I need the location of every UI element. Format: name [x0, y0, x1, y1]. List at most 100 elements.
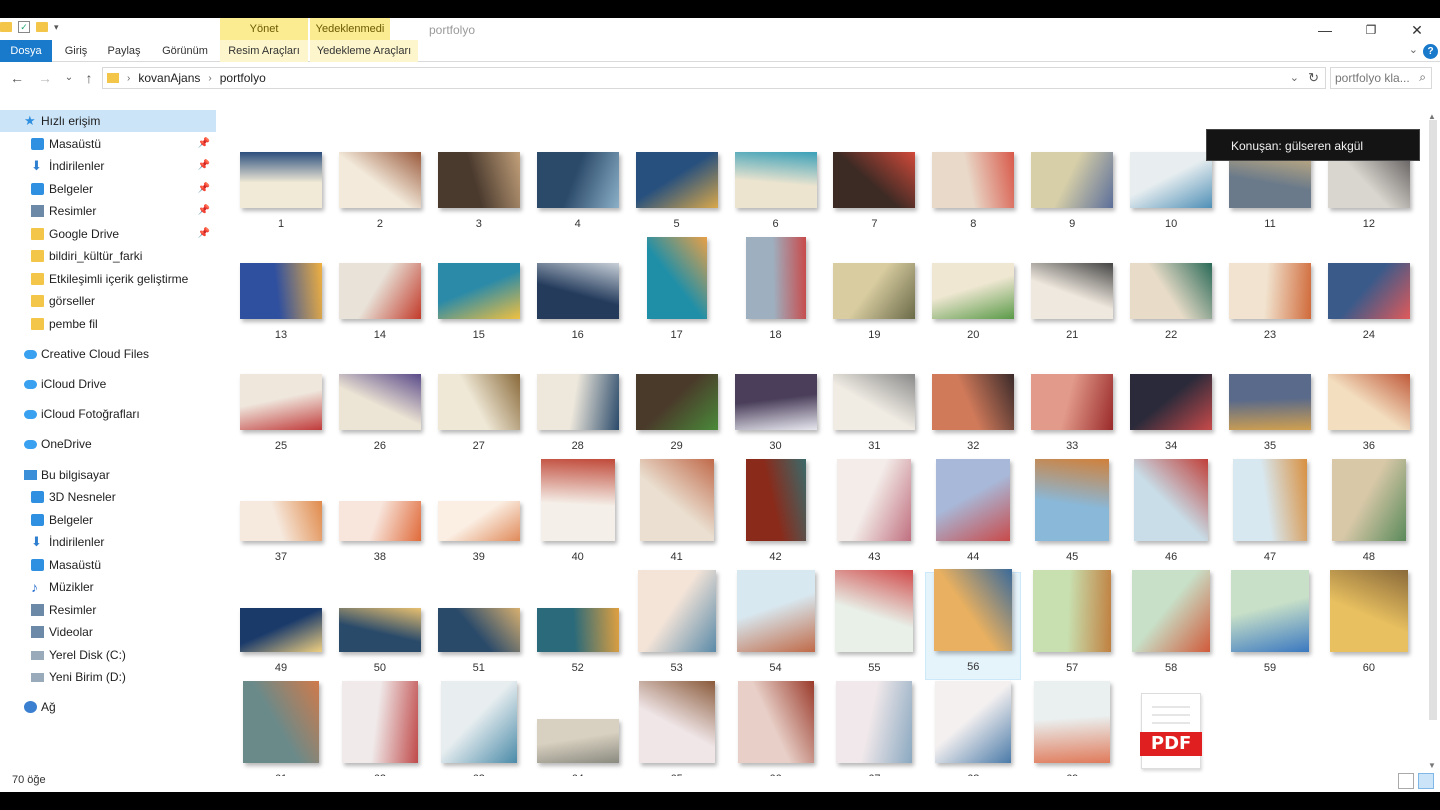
file-item[interactable]: 38	[332, 461, 428, 569]
sidebar-item-quick-4[interactable]: Google Drive 📌	[0, 223, 216, 245]
recent-locations-button[interactable]: ⌄	[60, 69, 78, 87]
file-item[interactable]: 58	[1123, 570, 1219, 680]
file-item[interactable]: 40	[530, 459, 626, 569]
file-item[interactable]: 5	[629, 128, 725, 236]
address-dropdown-icon[interactable]: ⌄	[1290, 71, 1299, 84]
sidebar-item-location-1[interactable]: iCloud Drive	[0, 373, 216, 395]
scrollbar-thumb[interactable]	[1429, 120, 1437, 720]
file-item[interactable]: 54	[728, 570, 824, 680]
image-thumbnail[interactable]	[734, 374, 817, 430]
search-icon[interactable]: ⌕	[1419, 70, 1426, 85]
tab-home[interactable]: Giriş	[56, 40, 96, 62]
image-thumbnail[interactable]	[837, 459, 912, 541]
image-thumbnail[interactable]	[540, 459, 615, 541]
new-folder-icon[interactable]	[36, 22, 48, 32]
image-thumbnail[interactable]	[338, 374, 421, 430]
tab-file[interactable]: Dosya	[0, 40, 52, 62]
file-item[interactable]: 14	[332, 239, 428, 347]
pdf-file-item[interactable]: PDFGülseren	[1123, 683, 1219, 776]
address-bar[interactable]: › kovanAjans › portfolyo ⌄ ↻	[102, 67, 1326, 89]
pin-icon[interactable]: 📌	[198, 155, 210, 177]
pin-icon[interactable]: 📌	[198, 223, 210, 245]
file-item[interactable]: 32	[925, 350, 1021, 458]
image-thumbnail[interactable]	[243, 681, 319, 763]
image-thumbnail[interactable]	[240, 608, 322, 652]
sidebar-item-location-3[interactable]: OneDrive	[0, 433, 216, 455]
image-thumbnail[interactable]	[1132, 570, 1211, 652]
file-item[interactable]: 44	[925, 459, 1021, 569]
customize-toolbar-icon[interactable]: ▾	[54, 22, 59, 33]
file-item[interactable]: 30	[728, 350, 824, 458]
sidebar-item-quick-5[interactable]: bildiri_kültür_farki	[0, 245, 216, 267]
image-thumbnail[interactable]	[1130, 374, 1213, 430]
file-item[interactable]: 60	[1321, 570, 1417, 680]
file-item[interactable]: 26	[332, 350, 428, 458]
search-input[interactable]: portfolyo kla... ⌕	[1330, 67, 1432, 89]
minimize-button[interactable]: —	[1302, 20, 1348, 40]
image-thumbnail[interactable]	[833, 374, 916, 430]
tab-backup-tools[interactable]: Yedekleme Araçları	[310, 40, 418, 62]
file-item[interactable]: 62	[332, 681, 428, 776]
sidebar-item-pc-8[interactable]: Yeni Birim (D:)	[0, 666, 216, 688]
file-item[interactable]: 18	[728, 237, 824, 347]
image-thumbnail[interactable]	[734, 152, 817, 208]
file-item[interactable]: 6	[728, 128, 824, 236]
sidebar-item-pc-3[interactable]: Masaüstü	[0, 554, 216, 576]
sidebar-item-quick-1[interactable]: ⬇ İndirilenler 📌	[0, 155, 216, 177]
file-item[interactable]: 31	[826, 350, 922, 458]
sidebar-item-pc-7[interactable]: Yerel Disk (C:)	[0, 644, 216, 666]
image-thumbnail[interactable]	[1327, 374, 1410, 430]
sidebar-item-this-pc[interactable]: Bu bilgisayar	[0, 464, 216, 486]
file-item[interactable]: 3	[431, 128, 527, 236]
file-item[interactable]: 34	[1123, 350, 1219, 458]
file-item[interactable]: 36	[1321, 350, 1417, 458]
image-thumbnail[interactable]	[836, 681, 913, 763]
image-thumbnail[interactable]	[936, 459, 1011, 541]
file-item[interactable]: 27	[431, 350, 527, 458]
file-item[interactable]: 64	[530, 683, 626, 776]
pin-icon[interactable]: 📌	[198, 133, 210, 155]
file-item[interactable]: 61	[233, 681, 329, 776]
image-thumbnail[interactable]	[338, 152, 421, 208]
image-thumbnail[interactable]	[745, 237, 806, 319]
file-item[interactable]: 66	[728, 681, 824, 776]
image-thumbnail[interactable]	[536, 152, 619, 208]
image-thumbnail[interactable]	[1229, 263, 1311, 319]
tab-picture-tools[interactable]: Resim Araçları	[220, 40, 308, 62]
file-item[interactable]: 33	[1024, 350, 1120, 458]
image-thumbnail[interactable]	[932, 374, 1015, 430]
forward-button[interactable]: →	[36, 69, 54, 87]
vertical-scrollbar[interactable]: ▲ ▼	[1426, 112, 1440, 770]
file-item[interactable]: 68	[925, 681, 1021, 776]
sidebar-item-quick-3[interactable]: Resimler 📌	[0, 200, 216, 222]
file-item[interactable]: 8	[925, 128, 1021, 236]
tab-view[interactable]: Görünüm	[156, 40, 214, 62]
image-thumbnail[interactable]	[934, 569, 1013, 651]
file-item[interactable]: 50	[332, 572, 428, 680]
file-item[interactable]: 69	[1024, 681, 1120, 776]
image-thumbnail[interactable]	[638, 681, 715, 763]
file-item[interactable]: 43	[826, 459, 922, 569]
file-item[interactable]: 13	[233, 239, 329, 347]
file-item[interactable]: 19	[826, 239, 922, 347]
close-button[interactable]: ✕	[1394, 20, 1440, 40]
sidebar-item-location-2[interactable]: iCloud Fotoğrafları	[0, 403, 216, 425]
image-thumbnail[interactable]	[240, 501, 322, 541]
image-thumbnail[interactable]	[1233, 459, 1307, 541]
file-item[interactable]: 42	[728, 459, 824, 569]
file-item[interactable]: 22	[1123, 239, 1219, 347]
breadcrumb-kovanajans[interactable]: kovanAjans	[138, 71, 200, 85]
file-item[interactable]: 4	[530, 128, 626, 236]
sidebar-item-pc-5[interactable]: Resimler	[0, 599, 216, 621]
image-thumbnail[interactable]	[240, 152, 322, 208]
sidebar-item-network[interactable]: Ağ	[0, 696, 216, 718]
file-item[interactable]: 53	[629, 570, 725, 680]
image-thumbnail[interactable]	[1229, 374, 1311, 430]
image-thumbnail[interactable]	[737, 681, 814, 763]
sidebar-item-location-0[interactable]: Creative Cloud Files	[0, 343, 216, 365]
image-thumbnail[interactable]	[1035, 459, 1110, 541]
details-view-icon[interactable]	[1398, 773, 1414, 789]
file-item[interactable]: 56	[925, 569, 1022, 680]
file-item[interactable]: 15	[431, 239, 527, 347]
pin-icon[interactable]: 📌	[198, 178, 210, 200]
